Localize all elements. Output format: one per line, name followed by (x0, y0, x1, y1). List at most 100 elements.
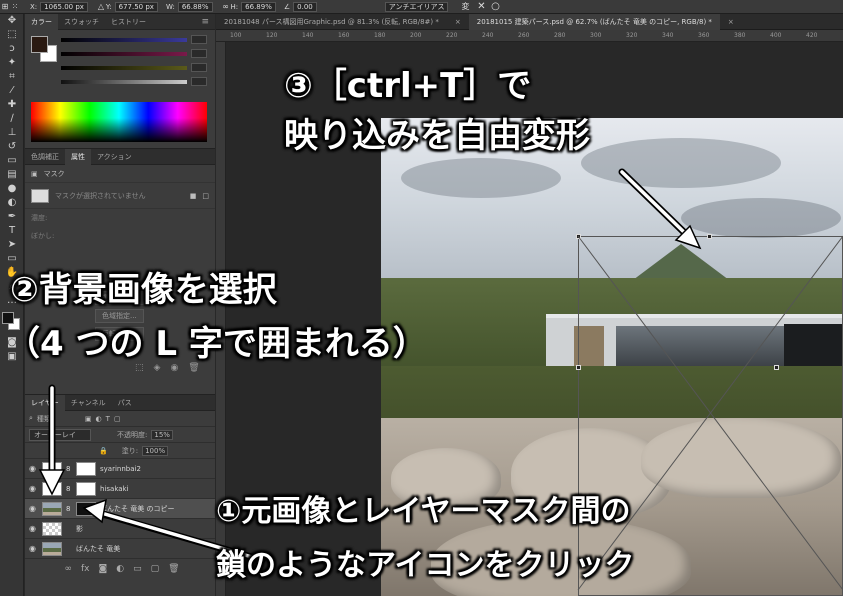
layer-row[interactable]: ◉ 8 syarinnbai2 (25, 459, 215, 479)
layer-name[interactable]: hisakaki (100, 485, 129, 493)
new-adjustment-icon[interactable]: ◐ (116, 564, 124, 574)
move-tool-icon[interactable]: ✥ (4, 14, 20, 28)
color-spectrum[interactable] (31, 102, 207, 142)
new-group-icon[interactable]: ▭ (133, 564, 142, 574)
angle-field[interactable]: ∠ 0.00 (284, 1, 317, 12)
dodge-tool-icon[interactable]: ◐ (4, 196, 20, 210)
layer-mask-thumbnail[interactable] (76, 501, 96, 516)
link-layers-icon[interactable]: ∞ (64, 564, 72, 574)
transform-handle[interactable] (576, 365, 581, 370)
slider-value-3[interactable] (191, 63, 207, 72)
eraser-tool-icon[interactable]: ▭ (4, 154, 20, 168)
lock-icon[interactable]: 🔒 (99, 447, 108, 455)
visibility-eye-icon[interactable]: ◉ (29, 544, 38, 553)
layer-name[interactable]: 影 (76, 524, 83, 534)
reference-point-icon[interactable]: ⁙ (10, 2, 20, 12)
interpolation-select[interactable]: アンチエイリアス (384, 1, 449, 12)
gradient-tool-icon[interactable]: ▤ (4, 168, 20, 182)
link-icon[interactable]: ∞ (221, 2, 231, 12)
layer-row[interactable]: ◉ 8 hisakaki (25, 479, 215, 499)
pen-tool-icon[interactable]: ✒ (4, 210, 20, 224)
filter-shape-icon[interactable]: ▢ (114, 415, 121, 423)
color-slider-3[interactable] (61, 66, 187, 70)
w-value[interactable]: 66.88% (177, 1, 213, 12)
commit-transform-icon[interactable]: ○ (490, 1, 500, 12)
tab-paths[interactable]: パス (112, 395, 138, 411)
layer-row[interactable]: ◉ 8 ばんたそ 竜美 のコピー (25, 499, 215, 519)
blur-tool-icon[interactable]: ● (4, 182, 20, 196)
transform-center-handle[interactable] (774, 365, 779, 370)
color-slider-2[interactable] (61, 52, 187, 56)
interpolation-value[interactable]: アンチエイリアス (384, 1, 449, 12)
fx-icon[interactable]: fx (81, 564, 90, 574)
visibility-eye-icon[interactable]: ◉ (29, 464, 38, 473)
delete-layer-icon[interactable]: 🗑 (168, 564, 179, 574)
h-field[interactable]: H: 66.89% (231, 1, 276, 12)
h-value[interactable]: 66.89% (241, 1, 276, 12)
layer-name[interactable]: ばんたそ 竜美 のコピー (100, 504, 174, 514)
pixel-mask-icon[interactable]: ■ (190, 192, 197, 200)
x-field[interactable]: X: 1065.00 px (30, 1, 88, 12)
visibility-eye-icon[interactable]: ◉ (29, 524, 38, 533)
blend-mode-select[interactable]: オーバーレイ (29, 428, 91, 441)
tab-adjustments[interactable]: 色調補正 (25, 149, 65, 165)
color-slider-1[interactable] (61, 38, 187, 42)
brush-tool-icon[interactable]: ∕ (4, 112, 20, 126)
layer-thumbnail[interactable] (42, 521, 62, 536)
tab-actions[interactable]: アクション (91, 149, 138, 165)
tab-properties[interactable]: 属性 (65, 148, 91, 165)
cancel-transform-icon[interactable]: ✕ (476, 1, 486, 12)
angle-value[interactable]: 0.00 (293, 1, 317, 12)
visibility-eye-icon[interactable]: ◉ (29, 504, 38, 513)
add-mask-icon[interactable]: ◙ (98, 564, 107, 574)
mask-link-chain-icon[interactable] (66, 544, 72, 554)
visibility-eye-icon[interactable]: ◉ (29, 484, 38, 493)
doc-tab-2-close-icon[interactable]: × (720, 14, 742, 30)
transform-icon[interactable]: ⊞ (0, 2, 10, 12)
doc-tab-1-close-icon[interactable]: × (447, 14, 469, 30)
layer-thumbnail[interactable] (42, 541, 62, 556)
vector-mask-icon[interactable]: □ (202, 192, 209, 200)
slider-value-2[interactable] (191, 49, 207, 58)
mask-link-chain-icon[interactable]: 8 (66, 464, 72, 474)
transform-handle[interactable] (707, 234, 712, 239)
w-field[interactable]: W: 66.88% (166, 1, 213, 12)
slider-value-1[interactable] (191, 35, 207, 44)
mask-link-chain-icon[interactable] (66, 524, 72, 534)
tab-swatches[interactable]: スウォッチ (58, 14, 105, 30)
opacity-value[interactable]: 15% (151, 429, 173, 440)
tab-history[interactable]: ヒストリー (105, 14, 152, 30)
color-slider-4[interactable] (61, 80, 187, 84)
filter-pixel-icon[interactable]: ▣ (85, 415, 92, 423)
layer-row[interactable]: ◉ ばんたそ 竜美 (25, 539, 215, 559)
foreground-swatch[interactable] (31, 36, 48, 53)
x-value[interactable]: 1065.00 px (40, 1, 88, 12)
slider-value-4[interactable] (191, 77, 207, 86)
doc-tab-2[interactable]: 20181015 建築パース.psd @ 62.7% (ばんたそ 竜美 のコピー… (468, 13, 720, 30)
filter-type-icon[interactable]: T (106, 415, 110, 423)
layer-thumbnail[interactable] (42, 461, 62, 476)
tab-channels[interactable]: チャンネル (65, 395, 112, 411)
mask-link-chain-icon[interactable]: 8 (66, 484, 72, 494)
y-field[interactable]: Y: 677.50 px (106, 1, 158, 12)
path-select-tool-icon[interactable]: ➤ (4, 238, 20, 252)
layer-filter-kind[interactable]: 種類 (37, 414, 51, 424)
layer-name[interactable]: ばんたそ 竜美 (76, 544, 120, 554)
filter-adjust-icon[interactable]: ◐ (96, 415, 102, 423)
color-panel-swatches[interactable] (31, 36, 57, 62)
tab-layers[interactable]: レイヤー (25, 394, 65, 411)
y-value[interactable]: 677.50 px (114, 1, 158, 12)
layer-mask-thumbnail[interactable] (76, 461, 96, 476)
tab-color[interactable]: カラー (25, 13, 58, 30)
history-brush-tool-icon[interactable]: ↺ (4, 140, 20, 154)
layer-row[interactable]: ◉ 影 (25, 519, 215, 539)
new-layer-icon[interactable]: ▢ (151, 564, 160, 574)
stamp-tool-icon[interactable]: ⊥ (4, 126, 20, 140)
doc-tab-1[interactable]: 20181048 パース構図用Graphic.psd @ 81.3% (反転, … (216, 14, 447, 30)
healing-tool-icon[interactable]: ✚ (4, 98, 20, 112)
marquee-tool-icon[interactable]: ⬚ (4, 28, 20, 42)
transform-handle[interactable] (576, 234, 581, 239)
panel-menu-icon[interactable]: ≡ (201, 17, 209, 27)
crop-tool-icon[interactable]: ⌗ (4, 70, 20, 84)
relative-position-icon[interactable]: △ (96, 2, 106, 12)
